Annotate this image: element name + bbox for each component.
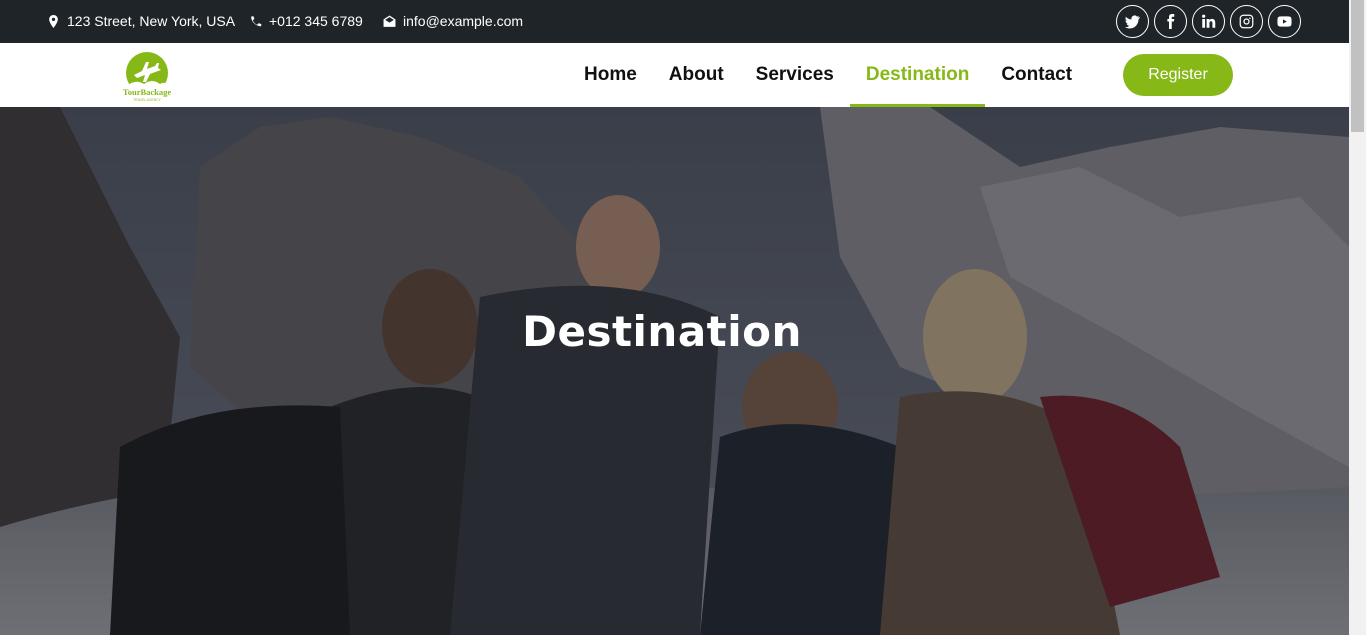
register-button[interactable]: Register [1123,54,1233,96]
page-title: Destination [522,307,802,356]
youtube-icon [1277,16,1292,27]
page-scrollbar[interactable] [1349,0,1366,635]
linkedin-icon [1202,14,1216,28]
instagram-link[interactable] [1230,5,1263,38]
facebook-link[interactable] [1154,5,1187,38]
nav-link-home[interactable]: Home [568,43,653,107]
phone-text: +012 345 6789 [269,13,363,29]
nav-menu: Home About Services Destination Contact [568,43,1088,107]
nav-link-services[interactable]: Services [740,43,850,107]
address-text: 123 Street, New York, USA [67,13,236,29]
youtube-link[interactable] [1268,5,1301,38]
hero-banner: Destination [0,107,1349,635]
phone-icon [251,15,262,26]
map-marker-icon [49,14,58,28]
hero-background-image [0,107,1349,635]
facebook-icon [1167,14,1175,29]
svg-text:TourBackage: TourBackage [123,87,172,97]
twitter-link[interactable] [1116,5,1149,38]
nav-link-about[interactable]: About [653,43,740,107]
twitter-icon [1125,15,1140,29]
phone-item: +012 345 6789 [249,13,363,29]
top-bar: 123 Street, New York, USA +012 345 6789 … [0,0,1349,43]
instagram-icon [1239,14,1254,29]
nav-link-contact[interactable]: Contact [985,43,1088,107]
envelope-open-icon [383,15,396,27]
main-navbar: TourBackage TRAVEL AGENCY Home About Ser… [0,43,1349,107]
brand-logo[interactable]: TourBackage TRAVEL AGENCY [122,51,174,103]
linkedin-link[interactable] [1192,5,1225,38]
scrollbar-thumb[interactable] [1351,0,1364,132]
social-links [1116,5,1301,38]
email-text: info@example.com [403,13,524,29]
nav-link-destination[interactable]: Destination [849,43,986,107]
email-item: info@example.com [383,13,523,29]
address-item: 123 Street, New York, USA [47,13,235,29]
svg-text:TRAVEL AGENCY: TRAVEL AGENCY [133,98,162,102]
